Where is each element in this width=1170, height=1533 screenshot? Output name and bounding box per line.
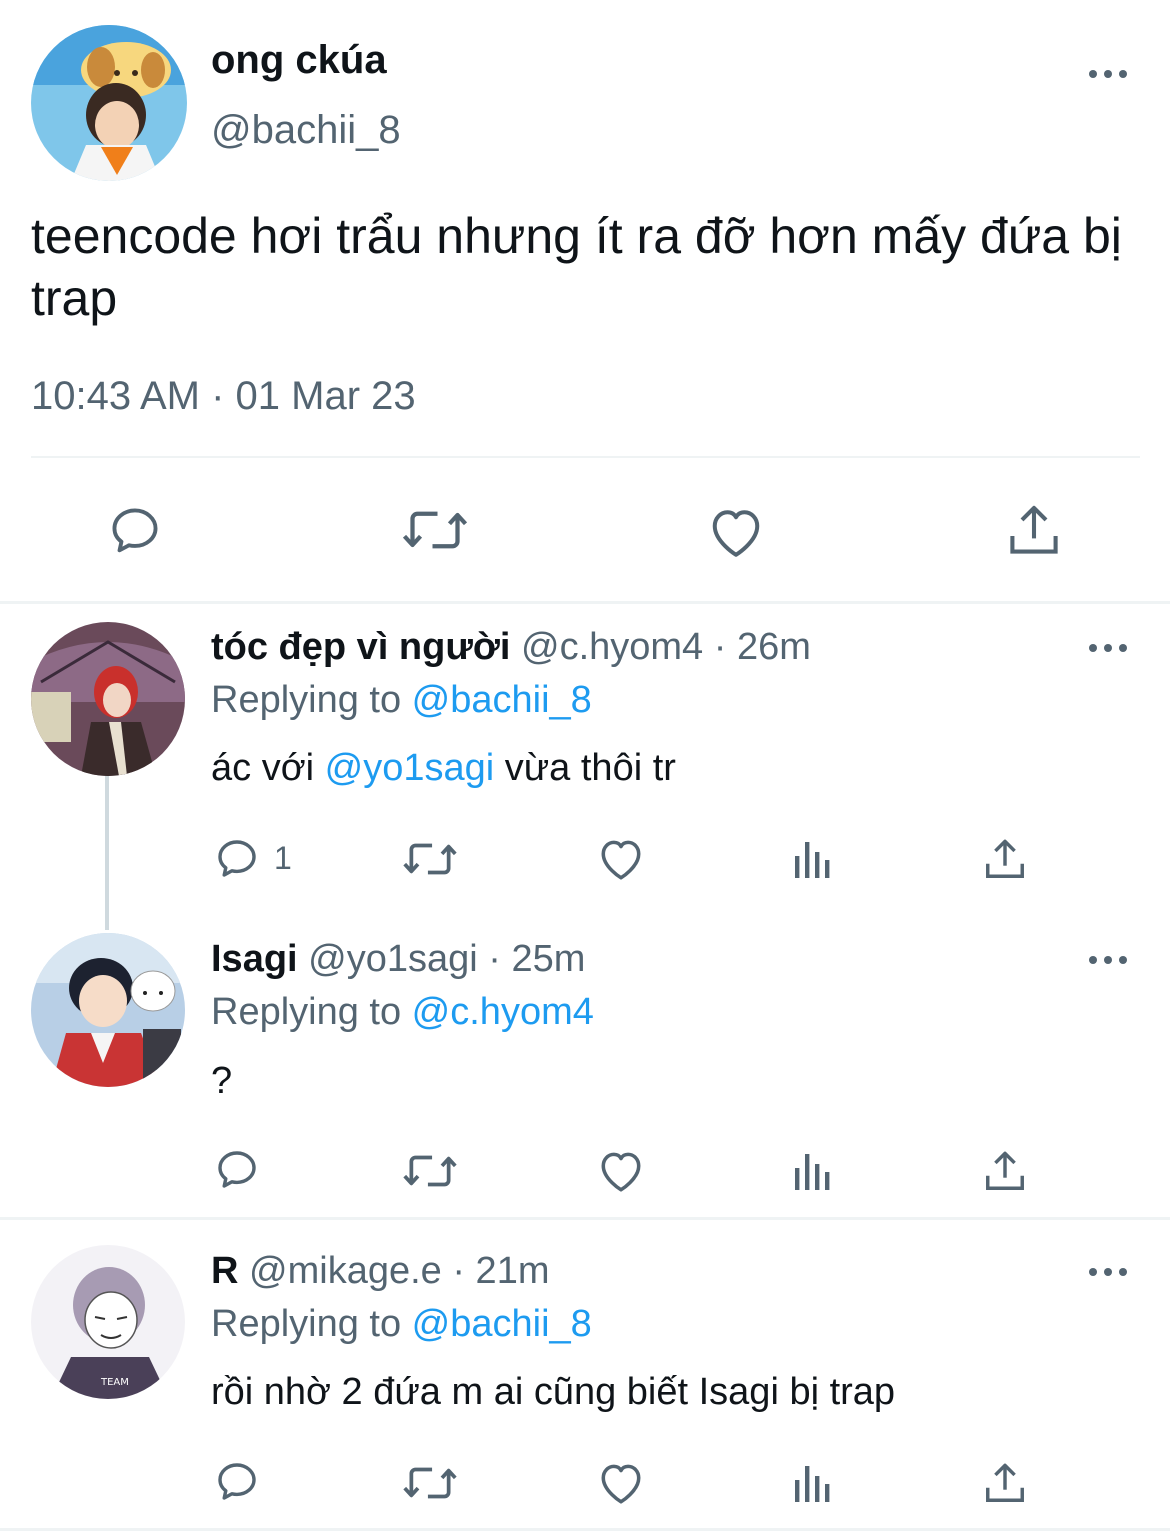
section-divider xyxy=(0,601,1170,604)
reply-header: Isagi @yo1sagi · 25m xyxy=(211,938,585,981)
share-icon[interactable] xyxy=(982,1147,1028,1195)
section-divider xyxy=(0,1217,1170,1220)
divider xyxy=(31,456,1140,458)
share-icon[interactable] xyxy=(982,835,1028,883)
replying-to-label: Replying to xyxy=(211,679,412,721)
retweet-icon[interactable] xyxy=(400,500,470,560)
reply-icon[interactable] xyxy=(213,1458,261,1506)
like-icon[interactable] xyxy=(596,1146,646,1194)
retweet-icon[interactable] xyxy=(401,834,459,884)
views-icon[interactable] xyxy=(793,838,833,880)
svg-text:TEAM: TEAM xyxy=(100,1377,129,1388)
reply-author-handle[interactable]: @c.hyom4 xyxy=(521,626,703,668)
reply-author-handle[interactable]: @mikage.e xyxy=(249,1250,442,1292)
retweet-icon[interactable] xyxy=(401,1458,459,1508)
reply-author-name[interactable]: Isagi xyxy=(211,938,298,980)
replying-to-mention[interactable]: @bachii_8 xyxy=(412,1303,592,1345)
replying-to: Replying to @bachii_8 xyxy=(211,679,592,722)
reply-text-part: ác với xyxy=(211,747,325,789)
reply-author-avatar[interactable] xyxy=(31,622,185,776)
more-options-icon[interactable] xyxy=(1088,638,1128,658)
like-icon[interactable] xyxy=(706,502,766,560)
tweet-timestamp[interactable]: 10:43 AM · 01 Mar 23 xyxy=(31,374,416,419)
section-divider xyxy=(0,1528,1170,1531)
replying-to-label: Replying to xyxy=(211,1303,412,1345)
reply-time[interactable]: · 21m xyxy=(452,1250,549,1292)
replying-to-label: Replying to xyxy=(211,991,412,1033)
more-options-icon[interactable] xyxy=(1088,1262,1128,1282)
reply-icon[interactable] xyxy=(213,1146,261,1194)
share-icon[interactable] xyxy=(982,1459,1028,1507)
reply-count: 1 xyxy=(274,840,292,876)
reply-header: tóc đẹp vì người @c.hyom4 · 26m xyxy=(211,626,811,669)
reply-author-avatar[interactable]: TEAM xyxy=(31,1245,185,1399)
like-icon[interactable] xyxy=(596,1458,646,1506)
reply-author-handle[interactable]: @yo1sagi xyxy=(308,938,478,980)
reply-header: R @mikage.e · 21m xyxy=(211,1250,549,1293)
reply-icon[interactable] xyxy=(213,835,261,883)
views-icon[interactable] xyxy=(793,1150,833,1192)
thread-line xyxy=(105,775,109,930)
main-author-name[interactable]: ong ckúa xyxy=(211,38,387,83)
reply-author-name[interactable]: tóc đẹp vì người xyxy=(211,626,510,668)
reply-time[interactable]: · 25m xyxy=(488,938,585,980)
share-icon[interactable] xyxy=(1005,500,1063,560)
reply-author-name[interactable]: R xyxy=(211,1250,238,1292)
main-author-handle[interactable]: @bachii_8 xyxy=(211,108,401,153)
reply-text-part: vừa thôi tr xyxy=(494,747,676,789)
like-icon[interactable] xyxy=(596,834,646,882)
main-author-avatar[interactable] xyxy=(31,25,187,181)
views-icon[interactable] xyxy=(793,1462,833,1504)
reply-text: rồi nhờ 2 đứa m ai cũng biết Isagi bị tr… xyxy=(211,1371,896,1413)
replying-to: Replying to @c.hyom4 xyxy=(211,991,594,1034)
replying-to-mention[interactable]: @bachii_8 xyxy=(412,679,592,721)
reply-text: ? xyxy=(211,1060,233,1102)
reply-icon[interactable] xyxy=(106,502,164,560)
reply-author-avatar[interactable] xyxy=(31,933,185,1087)
replying-to: Replying to @bachii_8 xyxy=(211,1303,592,1346)
tweet-text: teencode hơi trẩu nhưng ít ra đỡ hơn mấy… xyxy=(31,208,1122,326)
reply-text: ác với @yo1sagi vừa thôi tr xyxy=(211,747,676,790)
retweet-icon[interactable] xyxy=(401,1146,459,1196)
more-options-icon[interactable] xyxy=(1088,64,1128,84)
reply-time[interactable]: · 26m xyxy=(714,626,811,668)
replying-to-mention[interactable]: @c.hyom4 xyxy=(412,991,594,1033)
more-options-icon[interactable] xyxy=(1088,950,1128,970)
reply-text-mention[interactable]: @yo1sagi xyxy=(325,747,495,789)
